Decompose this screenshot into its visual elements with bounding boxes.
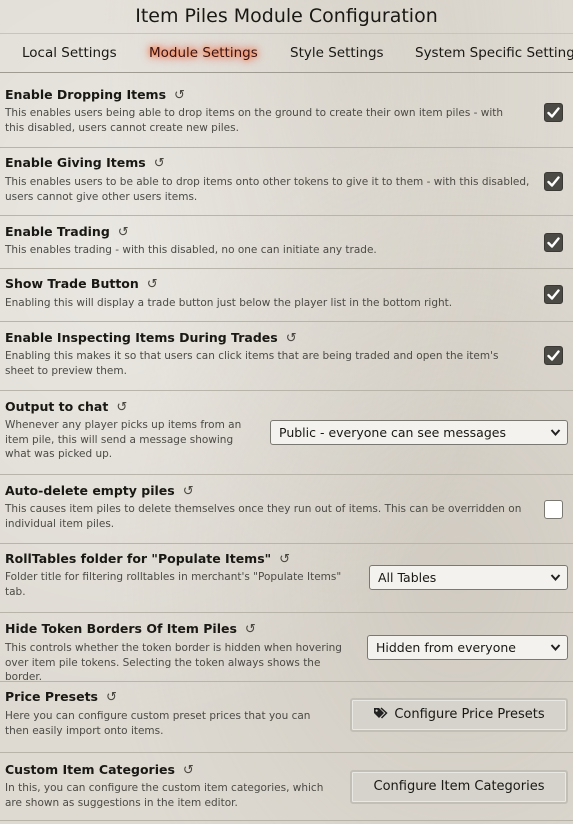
reset-icon[interactable]: ↺ — [183, 484, 194, 499]
configure-price-presets-button[interactable]: Configure Price Presets — [350, 698, 568, 732]
tab-local-settings[interactable]: Local Settings — [22, 34, 117, 72]
tab-style-settings[interactable]: Style Settings — [290, 34, 384, 72]
settings-tabs: Local Settings Module Settings Style Set… — [0, 34, 573, 73]
select-value: Public - everyone can see messages — [279, 425, 506, 440]
checkmark-icon — [547, 176, 560, 187]
setting-hint: Folder title for filtering rolltables in… — [5, 571, 342, 598]
setting-show-trade-button: Show Trade Button ↺ Enabling this will di… — [0, 269, 573, 322]
reset-icon[interactable]: ↺ — [118, 225, 129, 240]
setting-label: Show Trade Button ↺ — [5, 276, 158, 292]
setting-hide-token-borders: Hide Token Borders Of Item Piles ↺ This c… — [0, 613, 573, 683]
chevron-down-icon — [550, 644, 561, 652]
setting-enable-dropping: Enable Dropping Items ↺ This enables user… — [0, 80, 573, 148]
setting-hint: Here you can configure custom preset pri… — [5, 710, 311, 737]
setting-enable-trading: Enable Trading ↺ This enables trading - w… — [0, 216, 573, 269]
setting-hint: This enables users being able to drop it… — [5, 107, 504, 134]
show-trade-button-checkbox[interactable] — [544, 285, 563, 304]
setting-label: RollTables folder for "Populate Items" ↺ — [5, 551, 291, 567]
select-value: All Tables — [378, 570, 437, 585]
reset-icon[interactable]: ↺ — [174, 88, 185, 103]
setting-label: Enable Giving Items ↺ — [5, 155, 165, 171]
reset-icon[interactable]: ↺ — [183, 763, 194, 778]
rolltables-folder-select[interactable]: All Tables — [369, 565, 568, 590]
setting-label: Output to chat ↺ — [5, 399, 128, 415]
setting-label: Enable Inspecting Items During Trades ↺ — [5, 330, 297, 346]
button-label: Configure Price Presets — [394, 707, 545, 722]
setting-item-categories: Custom Item Categories ↺ In this, you can… — [0, 753, 573, 821]
tab-module-settings[interactable]: Module Settings — [149, 34, 258, 72]
reset-icon[interactable]: ↺ — [106, 690, 117, 705]
reset-icon[interactable]: ↺ — [147, 277, 158, 292]
inspecting-items-checkbox[interactable] — [544, 346, 563, 365]
chevron-down-icon — [550, 574, 561, 582]
setting-label: Enable Trading ↺ — [5, 224, 129, 240]
enable-trading-checkbox[interactable] — [544, 233, 563, 252]
enable-giving-checkbox[interactable] — [544, 172, 563, 191]
setting-inspecting-items: Enable Inspecting Items During Trades ↺ E… — [0, 322, 573, 391]
setting-hint: Enabling this will display a trade butto… — [5, 297, 453, 309]
setting-rolltables-folder: RollTables folder for "Populate Items" ↺ … — [0, 544, 573, 613]
setting-price-presets: Price Presets ↺ Here you can configure cu… — [0, 682, 573, 753]
enable-dropping-checkbox[interactable] — [544, 103, 563, 122]
setting-label: Price Presets ↺ — [5, 689, 117, 705]
reset-icon[interactable]: ↺ — [116, 400, 127, 415]
setting-hint: In this, you can configure the custom it… — [5, 782, 324, 809]
hide-token-borders-select[interactable]: Hidden from everyone — [367, 635, 568, 660]
setting-hint: Whenever any player picks up items from … — [5, 419, 242, 460]
setting-hint: This enables users to be able to drop it… — [5, 176, 530, 203]
setting-label: Hide Token Borders Of Item Piles ↺ — [5, 621, 256, 637]
reset-icon[interactable]: ↺ — [154, 156, 165, 171]
setting-output-to-chat: Output to chat ↺ Whenever any player pick… — [0, 391, 573, 475]
checkmark-icon — [547, 289, 560, 300]
output-to-chat-select[interactable]: Public - everyone can see messages — [270, 420, 568, 445]
setting-enable-giving: Enable Giving Items ↺ This enables users … — [0, 148, 573, 216]
tab-system-specific-settings[interactable]: System Specific Settings — [415, 34, 573, 72]
reset-icon[interactable]: ↺ — [279, 552, 290, 567]
setting-label: Auto-delete empty piles ↺ — [5, 483, 194, 499]
configure-item-categories-button[interactable]: Configure Item Categories — [350, 770, 568, 804]
auto-delete-checkbox[interactable] — [544, 500, 563, 519]
checkmark-icon — [547, 350, 560, 361]
select-value: Hidden from everyone — [376, 640, 516, 655]
setting-hint: This causes item piles to delete themsel… — [5, 503, 522, 530]
chevron-down-icon — [550, 429, 561, 437]
window-title: Item Piles Module Configuration — [135, 5, 438, 27]
tags-icon — [374, 707, 388, 719]
setting-auto-delete: Auto-delete empty piles ↺ This causes ite… — [0, 475, 573, 544]
setting-label: Enable Dropping Items ↺ — [5, 87, 185, 103]
setting-hint: This controls whether the token border i… — [5, 642, 342, 683]
setting-hint: Enabling this makes it so that users can… — [5, 350, 499, 377]
reset-icon[interactable]: ↺ — [286, 331, 297, 346]
button-label: Configure Item Categories — [373, 779, 545, 794]
setting-hint: This enables trading - with this disable… — [5, 244, 377, 256]
checkmark-icon — [547, 237, 560, 248]
checkmark-icon — [547, 107, 560, 118]
setting-label: Custom Item Categories ↺ — [5, 762, 194, 778]
reset-icon[interactable]: ↺ — [245, 622, 256, 637]
